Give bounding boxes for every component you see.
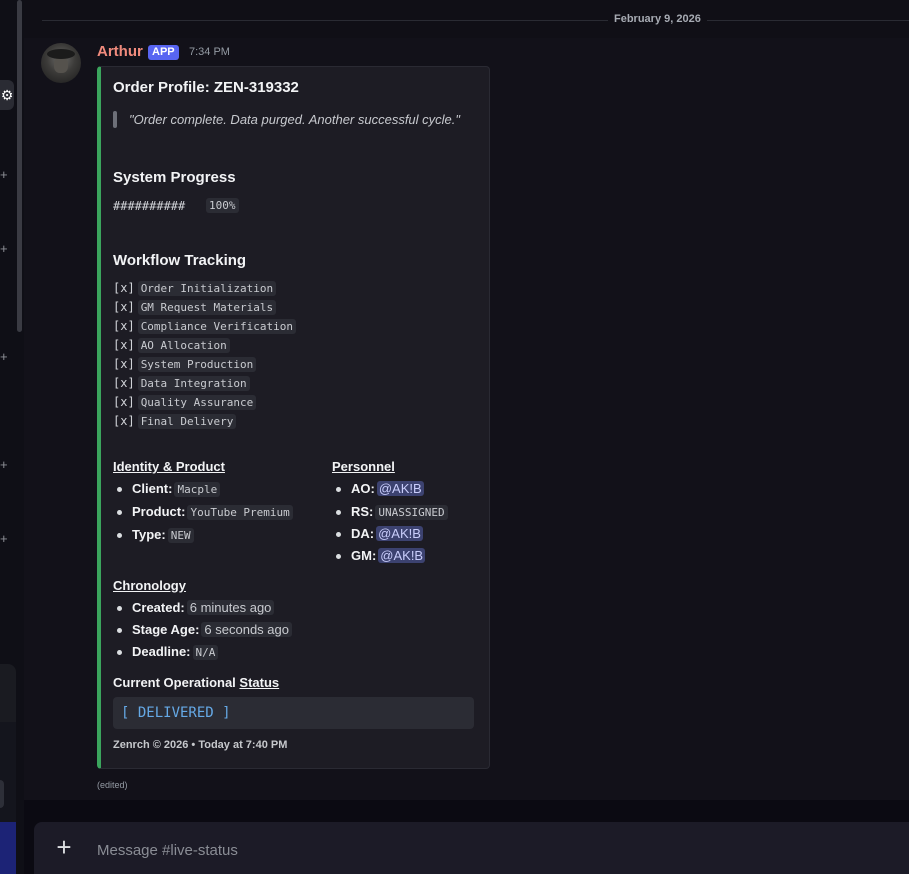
progress-heading: System Progress <box>113 169 236 186</box>
workflow-item: [x] Data Integration <box>113 376 250 391</box>
avatar[interactable] <box>41 43 81 83</box>
embed-title: Order Profile: ZEN-319332 <box>113 79 299 96</box>
plus-icon[interactable]: + <box>0 350 8 364</box>
quote-bar <box>113 111 117 128</box>
rail-scrollbar[interactable] <box>17 0 22 332</box>
checkbox-mark: [x] <box>113 395 135 409</box>
progress-percent: 100% <box>206 198 239 213</box>
checkbox-mark: [x] <box>113 357 135 371</box>
identity-heading: Identity & Product <box>113 459 225 474</box>
message-composer[interactable]: + Message #live-status <box>34 822 909 874</box>
gear-icon[interactable]: ⚙ <box>0 80 14 110</box>
checkbox-mark: [x] <box>113 281 135 295</box>
list-item: DA: @AK!B <box>336 526 423 541</box>
list-item: GM: @AK!B <box>336 548 426 563</box>
workflow-item: [x] AO Allocation <box>113 338 230 353</box>
status-value: [ DELIVERED ] <box>121 705 231 721</box>
embed-footer: Zenrch © 2026 • Today at 7:40 PM <box>113 739 288 751</box>
list-item: AO: @AK!B <box>336 481 424 496</box>
status-heading: Current Operational Status <box>113 675 280 690</box>
message-input[interactable]: Message #live-status <box>97 842 238 859</box>
rail-panel <box>0 664 16 722</box>
workflow-item: [x] Final Delivery <box>113 414 237 429</box>
workflow-label: Order Initialization <box>137 281 277 296</box>
workflow-heading: Workflow Tracking <box>113 252 247 269</box>
workflow-label: Compliance Verification <box>137 319 297 334</box>
workflow-label: AO Allocation <box>137 338 230 353</box>
workflow-item: [x] Order Initialization <box>113 281 277 296</box>
workflow-label: System Production <box>137 357 257 372</box>
user-mention[interactable]: @AK!B <box>376 481 424 496</box>
user-mention[interactable]: @AK!B <box>378 548 426 563</box>
workflow-label: Quality Assurance <box>137 395 257 410</box>
plus-icon[interactable]: + <box>0 168 8 182</box>
plus-icon[interactable]: + <box>0 458 8 472</box>
plus-icon[interactable]: + <box>0 242 8 256</box>
date-band <box>24 0 909 38</box>
list-item: Deadline: N/A <box>117 644 219 660</box>
chronology-heading: Chronology <box>113 578 186 593</box>
workflow-item: [x] Quality Assurance <box>113 395 257 410</box>
checkbox-mark: [x] <box>113 414 135 428</box>
checkbox-mark: [x] <box>113 319 135 333</box>
embed-card: Order Profile: ZEN-319332 "Order complet… <box>97 66 490 769</box>
list-item: Product: YouTube Premium <box>117 504 293 520</box>
status-code-block: [ DELIVERED ] <box>113 697 474 729</box>
workflow-label: Data Integration <box>137 376 250 391</box>
list-item: Created: 6 minutes ago <box>117 600 275 615</box>
workflow-item: [x] Compliance Verification <box>113 319 297 334</box>
list-item: Type: NEW <box>117 527 194 543</box>
workflow-label: GM Request Materials <box>137 300 277 315</box>
author-name[interactable]: Arthur <box>97 43 143 60</box>
user-mention[interactable]: @AK!B <box>376 526 423 541</box>
checkbox-mark: [x] <box>113 300 135 314</box>
plus-icon[interactable]: + <box>0 532 8 546</box>
rail-panel-active[interactable] <box>0 822 16 874</box>
date-divider-line <box>42 20 909 21</box>
list-item: Client: Macple <box>117 481 221 497</box>
message-timestamp[interactable]: 7:34 PM <box>189 46 230 58</box>
edited-label: (edited) <box>97 780 128 790</box>
date-divider: February 9, 2026 <box>608 13 707 25</box>
plus-icon[interactable]: + <box>52 834 76 860</box>
list-item: RS: UNASSIGNED <box>336 504 448 520</box>
workflow-label: Final Delivery <box>137 414 237 429</box>
progress-bar-text: ########## <box>113 199 186 213</box>
checkbox-mark: [x] <box>113 338 135 352</box>
personnel-heading: Personnel <box>332 459 395 474</box>
embed-quote: "Order complete. Data purged. Another su… <box>129 112 461 127</box>
workflow-item: [x] GM Request Materials <box>113 300 277 315</box>
list-item: Stage Age: 6 seconds ago <box>117 622 292 637</box>
workflow-item: [x] System Production <box>113 357 257 372</box>
rail-indicator <box>0 780 4 808</box>
checkbox-mark: [x] <box>113 376 135 390</box>
app-badge: APP <box>148 45 179 60</box>
